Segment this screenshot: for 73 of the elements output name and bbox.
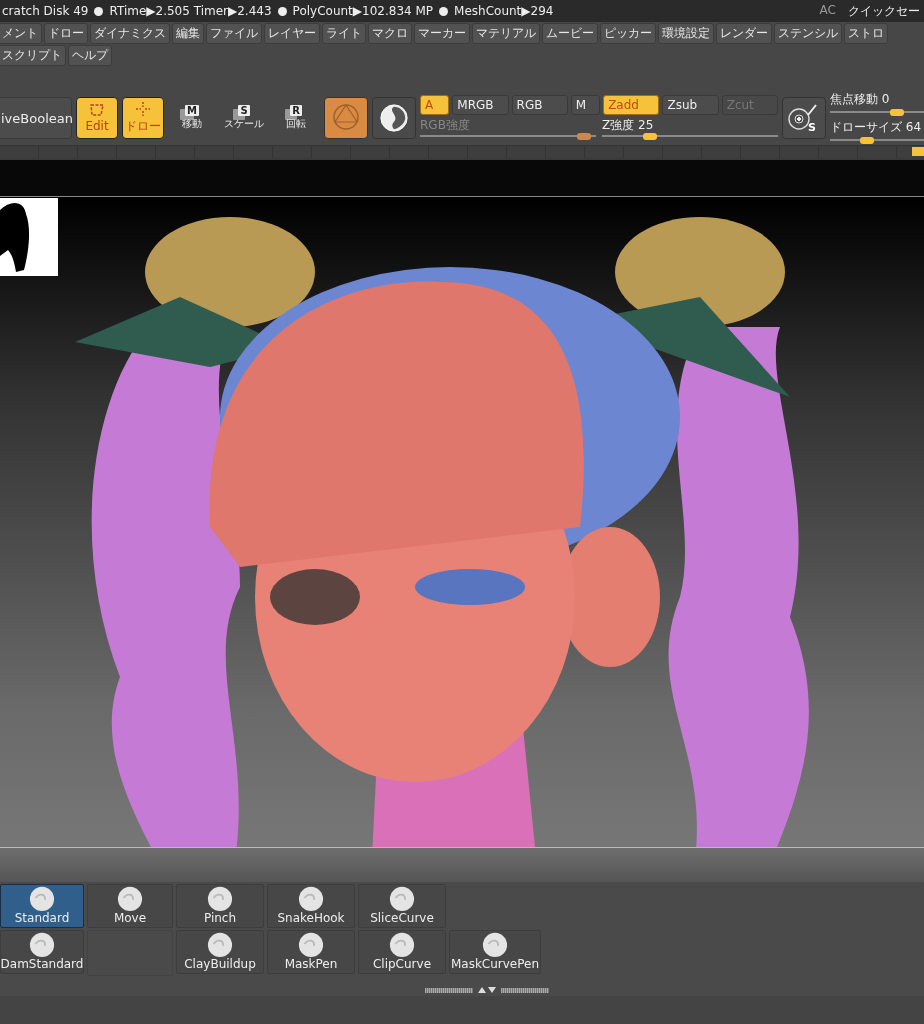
slider-label: 焦点移動 0	[830, 91, 891, 106]
menu-button[interactable]: 環境設定	[658, 23, 714, 44]
transform-button[interactable]: S スケール	[220, 97, 268, 139]
menu-button[interactable]: スクリプト	[0, 45, 66, 66]
sphere-icon	[387, 885, 417, 911]
status-text: PolyCount▶102.834 MP	[292, 4, 434, 18]
slider-label: ドローサイズ 64	[830, 119, 923, 134]
sphere-icon	[387, 931, 417, 957]
silhouette-thumbnail[interactable]	[0, 198, 58, 276]
sphere-icon	[296, 885, 326, 911]
status-text: MeshCount▶294	[454, 4, 554, 18]
menu-button[interactable]: ファイル	[206, 23, 262, 44]
yin-yang-sphere-icon	[379, 102, 409, 134]
rgb-mode-button[interactable]: M	[570, 95, 601, 115]
draw-button[interactable]: ドロー	[122, 97, 164, 139]
menu-button[interactable]: 編集	[172, 23, 204, 44]
z-mode-button[interactable]: Zsub	[662, 95, 719, 115]
menu-button[interactable]: ライト	[322, 23, 366, 44]
sphere-icon	[205, 885, 235, 911]
menu-button[interactable]: ピッカー	[600, 23, 656, 44]
menu-button[interactable]: レンダー	[716, 23, 772, 44]
scroll-bar[interactable]	[501, 987, 549, 993]
up-down-arrows-icon[interactable]	[477, 986, 497, 994]
slider-thumb[interactable]	[642, 133, 657, 140]
brush-button[interactable]: MaskCurvePen	[449, 930, 541, 974]
rgb-mode-button[interactable]: MRGB	[452, 95, 509, 115]
brush-button[interactable]: Standard	[0, 884, 84, 928]
subtool-button[interactable]: iveBoolean	[0, 97, 72, 139]
sphere-icon	[205, 931, 235, 957]
sphere-icon	[27, 885, 57, 911]
quick-save-button[interactable]: クイックセー	[848, 2, 920, 20]
menu-button[interactable]: ムービー	[542, 23, 598, 44]
menu-button[interactable]: マクロ	[368, 23, 412, 44]
stroke-button[interactable]: S	[782, 97, 826, 139]
menu-button[interactable]: マテリアル	[472, 23, 540, 44]
slider-thumb[interactable]	[860, 137, 875, 144]
brush-button[interactable]: ClipCurve	[358, 930, 446, 974]
sphere-icon	[27, 931, 57, 957]
brush-button[interactable]: DamStandard	[0, 930, 84, 974]
transform-button[interactable]: R 回転	[272, 97, 320, 139]
rgb-mode-button[interactable]: RGB	[511, 95, 568, 115]
brush-button[interactable]: MaskPen	[267, 930, 355, 974]
sphere-icon	[296, 931, 326, 957]
slider-label: RGB強度	[420, 117, 471, 132]
slider-track[interactable]	[830, 109, 924, 116]
status-text: RTime▶2.505 Timer▶2.443	[109, 4, 272, 18]
texture-button[interactable]	[372, 97, 416, 139]
menu-button[interactable]: ステンシル	[774, 23, 842, 44]
brush-button[interactable]: ClayBuildup	[176, 930, 264, 974]
status-label: AC	[819, 2, 836, 19]
slider-track[interactable]	[830, 137, 924, 144]
menu-button[interactable]: マーカー	[414, 23, 470, 44]
menu-button[interactable]: レイヤー	[264, 23, 320, 44]
menu-button[interactable]: ドロー	[44, 23, 88, 44]
brush-button[interactable]: Pinch	[176, 884, 264, 928]
brush-button[interactable]: Move	[87, 884, 173, 928]
transform-button[interactable]: M 移動	[168, 97, 216, 139]
sphere-outline-icon	[331, 101, 361, 132]
status-text: cratch Disk 49	[2, 4, 89, 18]
menu-button[interactable]: メント	[0, 23, 42, 44]
slider-label: Z強度 25	[602, 117, 655, 132]
sphere-icon	[480, 931, 510, 957]
brush-button[interactable]: SliceCurve	[358, 884, 446, 928]
menu-button[interactable]: ダイナミクス	[90, 23, 170, 44]
scroll-bar[interactable]	[425, 987, 473, 993]
menu-button[interactable]: ヘルプ	[68, 45, 112, 66]
scroll-handle[interactable]	[912, 147, 924, 156]
brush-button[interactable]: SnakeHook	[267, 884, 355, 928]
menu-button[interactable]: ストロ	[844, 23, 888, 44]
crosshair-icon	[136, 101, 150, 116]
sphere-icon	[115, 885, 145, 911]
slider-thumb[interactable]	[890, 109, 904, 116]
material-button[interactable]	[324, 97, 368, 139]
